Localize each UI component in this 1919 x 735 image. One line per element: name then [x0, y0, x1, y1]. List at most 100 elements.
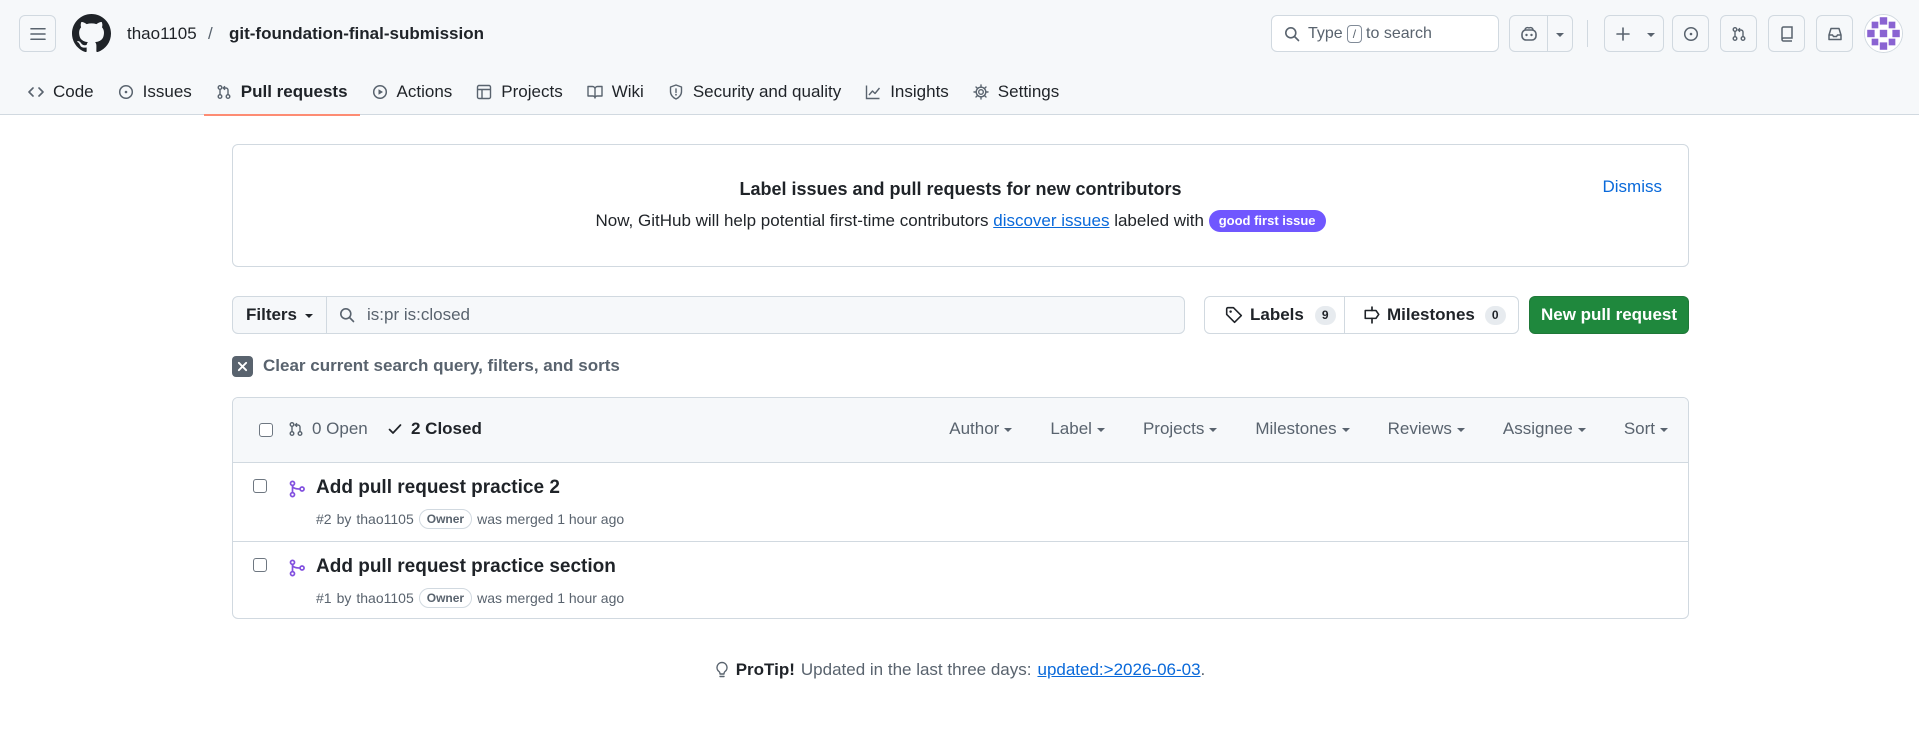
pr-author-link[interactable]: thao1105 — [356, 590, 413, 606]
row-checkbox[interactable] — [253, 479, 267, 493]
table-row: Add pull request practice section #1 by … — [233, 541, 1688, 618]
book-icon — [587, 84, 603, 100]
owner-badge: Owner — [418, 509, 473, 529]
inbox-icon — [1827, 26, 1843, 42]
new-pull-request-button[interactable]: New pull request — [1529, 296, 1689, 334]
search-icon — [1284, 26, 1300, 42]
good-first-issue-label[interactable]: good first issue — [1208, 210, 1326, 232]
clear-filters-link[interactable]: Clear current search query, filters, and… — [232, 355, 620, 377]
tab-projects[interactable]: Projects — [464, 68, 574, 115]
issues-search-field[interactable] — [326, 296, 1185, 334]
row-checkbox[interactable] — [253, 558, 267, 572]
copilot-icon[interactable] — [1510, 15, 1548, 52]
tab-pull-requests-label: Pull requests — [240, 81, 348, 101]
tab-settings-label: Settings — [997, 81, 1060, 101]
labels-count: 9 — [1314, 305, 1336, 325]
tab-issues-label: Issues — [142, 81, 192, 101]
chevron-down-icon — [1456, 428, 1465, 432]
milestones-count: 0 — [1484, 305, 1506, 325]
protip-text: Updated in the last three days: — [800, 660, 1032, 679]
global-menu-button[interactable] — [19, 15, 56, 52]
label-filter[interactable]: Label — [1050, 419, 1105, 439]
label-filter-label: Label — [1050, 419, 1092, 438]
create-new-button[interactable] — [1604, 15, 1664, 52]
banner-title: Label issues and pull requests for new c… — [739, 179, 1182, 199]
chevron-down-icon — [1660, 428, 1668, 432]
pr-meta: #1 by thao1105 Owner was merged 1 hour a… — [316, 588, 624, 608]
pr-author-link[interactable]: thao1105 — [356, 511, 413, 527]
tab-wiki-label: Wiki — [611, 81, 644, 101]
list-header: 0 Open 2 Closed Author Label Projects Mi… — [233, 398, 1688, 463]
milestones-button-label: Milestones — [1387, 305, 1475, 324]
breadcrumb-separator: / — [208, 24, 213, 43]
open-filter-tab[interactable]: 0 Open — [288, 419, 368, 439]
github-logo-icon[interactable] — [72, 14, 111, 53]
discover-issues-link[interactable]: discover issues — [993, 211, 1109, 230]
table-icon — [476, 84, 492, 100]
filters-button[interactable]: Filters — [232, 296, 327, 334]
protip-query-link[interactable]: updated:>2026-06-03 — [1037, 660, 1200, 679]
milestones-button[interactable]: Milestones 0 — [1344, 296, 1519, 334]
dismiss-button[interactable]: Dismiss — [1603, 177, 1663, 197]
pr-meta: #2 by thao1105 Owner was merged 1 hour a… — [316, 509, 624, 529]
tab-insights-label: Insights — [890, 81, 949, 101]
plus-icon — [1605, 26, 1641, 42]
app-header: thao1105 / git-foundation-final-submissi… — [0, 0, 1919, 116]
pr-title-link[interactable]: Add pull request practice section — [316, 556, 616, 578]
search-placeholder-suffix: to search — [1366, 24, 1432, 42]
top-bar: thao1105 / git-foundation-final-submissi… — [0, 0, 1919, 68]
your-pull-requests-button[interactable] — [1720, 15, 1757, 52]
git-pull-request-icon — [288, 421, 304, 437]
labels-button-label: Labels — [1250, 305, 1304, 324]
tab-code-label: Code — [53, 81, 94, 101]
tab-issues[interactable]: Issues — [106, 68, 204, 115]
author-filter[interactable]: Author — [949, 419, 1013, 439]
tab-settings[interactable]: Settings — [961, 68, 1071, 115]
search-placeholder-prefix: Type — [1308, 24, 1343, 42]
global-search-input[interactable]: Type / to search — [1271, 15, 1499, 52]
tab-pull-requests[interactable]: Pull requests — [203, 68, 360, 116]
select-all-checkbox[interactable] — [259, 423, 273, 437]
inbox-button[interactable] — [1816, 15, 1853, 52]
repositories-button[interactable] — [1768, 15, 1805, 52]
chevron-down-icon — [305, 314, 314, 318]
gear-icon — [973, 83, 989, 100]
pr-by: by — [336, 590, 352, 606]
tab-code[interactable]: Code — [16, 68, 106, 115]
pr-title-link[interactable]: Add pull request practice 2 — [316, 477, 560, 499]
milestones-filter[interactable]: Milestones — [1255, 419, 1350, 439]
repo-icon — [1779, 25, 1795, 42]
labels-button[interactable]: Labels 9 — [1204, 296, 1345, 334]
owner-badge: Owner — [418, 588, 473, 608]
light-bulb-icon — [714, 661, 730, 679]
tag-icon — [1225, 306, 1243, 324]
breadcrumb-owner-link[interactable]: thao1105 — [127, 23, 197, 45]
sort-filter-label: Sort — [1623, 419, 1655, 438]
chevron-down-icon — [1577, 428, 1586, 432]
tab-security[interactable]: Security and quality — [656, 68, 853, 115]
protip-label: ProTip! — [735, 660, 795, 679]
assignee-filter-label: Assignee — [1502, 419, 1573, 438]
assignee-filter[interactable]: Assignee — [1503, 419, 1586, 439]
projects-filter[interactable]: Projects — [1142, 419, 1218, 439]
projects-filter-label: Projects — [1142, 419, 1205, 438]
reviews-filter[interactable]: Reviews — [1388, 419, 1465, 439]
tab-projects-label: Projects — [501, 81, 563, 101]
your-issues-button[interactable] — [1672, 15, 1709, 52]
breadcrumb-repo-link[interactable]: git-foundation-final-submission — [229, 23, 484, 45]
search-shortcut-key: / — [1346, 24, 1363, 43]
reviews-filter-label: Reviews — [1387, 419, 1452, 438]
copilot-dropdown-icon[interactable] — [1548, 31, 1572, 37]
git-pull-request-icon — [1731, 26, 1747, 42]
tab-wiki[interactable]: Wiki — [575, 68, 656, 115]
chevron-down-icon — [1341, 428, 1350, 432]
shield-icon — [668, 83, 684, 100]
sort-filter[interactable]: Sort — [1624, 419, 1668, 439]
tab-actions[interactable]: Actions — [360, 68, 465, 115]
issues-search-input[interactable] — [367, 305, 1167, 325]
user-avatar[interactable] — [1864, 14, 1903, 53]
closed-filter-tab[interactable]: 2 Closed — [387, 419, 482, 439]
issue-opened-icon — [1683, 26, 1699, 42]
tab-insights[interactable]: Insights — [853, 68, 961, 115]
repo-nav: Code Issues Pull requests Actions Projec… — [0, 68, 1071, 116]
